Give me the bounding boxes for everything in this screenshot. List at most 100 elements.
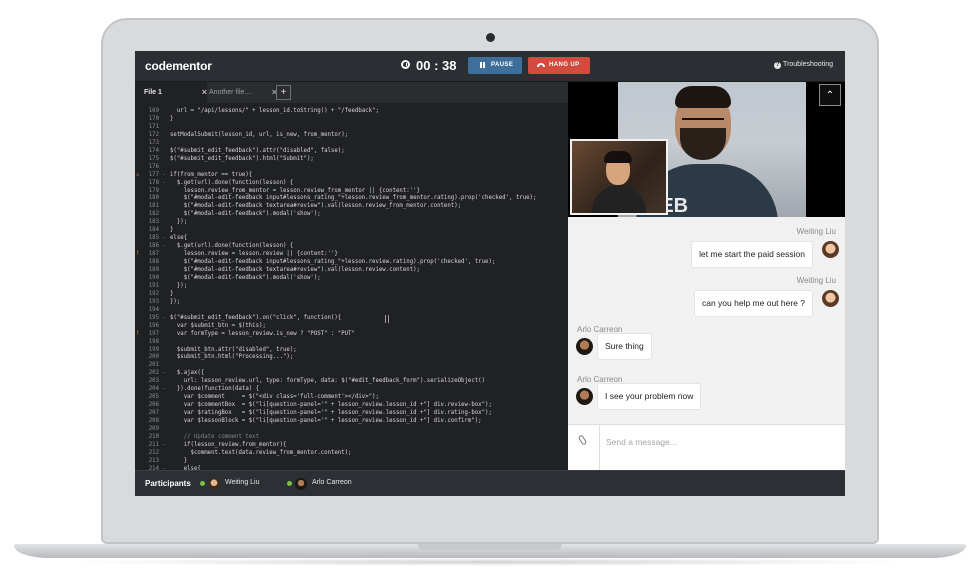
troubleshooting-link[interactable]: ? Troubleshooting xyxy=(774,61,833,69)
fold-toggle-icon[interactable]: - xyxy=(162,171,165,179)
fold-toggle-icon[interactable]: - xyxy=(162,369,165,377)
code-line[interactable]: 205 var $comment = $("<div class='full-c… xyxy=(135,393,568,401)
line-number: 192 xyxy=(148,290,159,297)
fold-toggle-icon[interactable]: - xyxy=(162,441,165,449)
troubleshooting-label: Troubleshooting xyxy=(783,61,833,68)
file-tabs: File 1 × Another file.... × + xyxy=(135,82,568,103)
code-line[interactable]: ⚠ 177- if(from_mentor == true){ xyxy=(135,171,568,179)
message-sender: Arlo Carreon xyxy=(577,375,623,384)
code-line[interactable]: 189 $("#modal-edit-feedback textarea#rev… xyxy=(135,266,568,274)
code-line[interactable]: ! 187 lesson.review = lesson.review || {c… xyxy=(135,250,568,258)
app-screen: codementor 00 : 38 PAUSE HANG UP ? Troubl… xyxy=(135,51,845,496)
code-line[interactable]: 206 var $commentBox = $("li[question-pan… xyxy=(135,401,568,409)
code-line[interactable]: 172 setModalSubmit(lesson_id, url, is_new… xyxy=(135,131,568,139)
code-line[interactable]: 200 $submit_btn.html("Processing..."); xyxy=(135,353,568,361)
code-line[interactable]: 211- if(lesson_review.from_mentor){ xyxy=(135,441,568,449)
code-line[interactable]: 213 } xyxy=(135,457,568,465)
code-line[interactable]: 180 $("#modal-edit-feedback input#lesson… xyxy=(135,194,568,202)
participant-name: Arlo Carreon xyxy=(312,479,352,486)
phone-icon xyxy=(537,63,545,67)
tab-another-file[interactable]: Another file.... × xyxy=(207,82,277,103)
code-line[interactable]: 171 xyxy=(135,123,568,131)
code-line[interactable]: 192} xyxy=(135,290,568,298)
line-number: 203 xyxy=(148,378,159,385)
code-line[interactable]: 203 url: lesson_review.url, type: formTy… xyxy=(135,377,568,385)
code-line[interactable]: 194 xyxy=(135,306,568,314)
code-text: $submit_btn.attr("disabled", true); xyxy=(170,346,297,353)
code-line[interactable]: 169 url = "/api/lessons/" + lesson_id.to… xyxy=(135,107,568,115)
code-editor[interactable]: 169 url = "/api/lessons/" + lesson_id.to… xyxy=(135,103,568,470)
code-line[interactable]: 184} xyxy=(135,226,568,234)
code-line[interactable]: 174 $("#submit_edit_feedback").attr("disa… xyxy=(135,147,568,155)
code-line[interactable]: 212 $comment.text(data.review_from_mento… xyxy=(135,449,568,457)
remote-person-glasses xyxy=(682,118,724,128)
code-line[interactable]: 191 }); xyxy=(135,282,568,290)
code-line[interactable]: 210 // Update comment text xyxy=(135,433,568,441)
code-line[interactable]: 208 var $lessonBlock = $("li[question-pa… xyxy=(135,417,568,425)
line-number: 181 xyxy=(148,203,159,210)
code-line[interactable]: 190 $("#modal-edit-feedback").modal('sho… xyxy=(135,274,568,282)
line-number: 198 xyxy=(148,338,159,345)
code-line[interactable]: 195- $("#submit_edit_feedback").on("click… xyxy=(135,314,568,322)
chat-message: I see your problem now xyxy=(598,384,701,409)
code-line[interactable]: 170} xyxy=(135,115,568,123)
code-line[interactable]: 204- }).done(function(data) { xyxy=(135,385,568,393)
code-line[interactable]: 173 xyxy=(135,139,568,147)
code-text: }); xyxy=(170,282,188,289)
chat-message: Sure thing xyxy=(598,334,651,359)
app-logo: codementor xyxy=(145,59,212,73)
tab-file-1[interactable]: File 1 × xyxy=(135,82,207,103)
add-tab-button[interactable]: + xyxy=(276,85,291,100)
line-number: 212 xyxy=(148,449,159,456)
line-number: 188 xyxy=(148,259,159,266)
code-line[interactable]: 202- $.ajax({ xyxy=(135,369,568,377)
code-text: $("#modal-edit-feedback textarea#review"… xyxy=(170,203,462,210)
line-number: 206 xyxy=(148,402,159,409)
code-text: } xyxy=(170,115,174,122)
code-line[interactable]: 175 $("#submit_edit_feedback").html("Subm… xyxy=(135,155,568,163)
line-number: 185 xyxy=(148,235,159,242)
code-line[interactable]: 176 xyxy=(135,163,568,171)
code-line[interactable]: 178- $.get(url).done(function(lesson) { xyxy=(135,179,568,187)
paperclip-icon[interactable] xyxy=(577,434,588,446)
code-line[interactable]: 188 $("#modal-edit-feedback input#lesson… xyxy=(135,258,568,266)
code-line[interactable]: 196 var $submit_btn = $(this); xyxy=(135,322,568,330)
participants-label: Participants xyxy=(145,479,191,488)
message-input[interactable] xyxy=(604,431,838,453)
text-cursor-icon xyxy=(385,315,389,323)
participant-item[interactable]: Weiting Liu xyxy=(200,477,270,491)
code-line[interactable]: 186- $.get(url).done(function(lesson) { xyxy=(135,242,568,250)
line-number: 194 xyxy=(148,306,159,313)
code-line[interactable]: 207 var $ratingBox = $("li[question-pane… xyxy=(135,409,568,417)
code-line[interactable]: 181 $("#modal-edit-feedback textarea#rev… xyxy=(135,202,568,210)
chevron-up-icon[interactable]: ⌃ xyxy=(819,84,841,106)
code-line[interactable]: 201 xyxy=(135,361,568,369)
session-timer: 00 : 38 xyxy=(416,58,457,73)
line-number: 207 xyxy=(148,410,159,417)
message-sender: Arlo Carreon xyxy=(577,325,623,334)
participants-bar: Participants Weiting Liu Arlo Carreon xyxy=(135,470,845,496)
fold-toggle-icon[interactable]: - xyxy=(162,234,165,242)
code-line[interactable]: 182 $("#modal-edit-feedback").modal('sho… xyxy=(135,210,568,218)
fold-toggle-icon[interactable]: - xyxy=(162,179,165,187)
participant-item[interactable]: Arlo Carreon xyxy=(287,477,367,491)
code-text: } xyxy=(170,290,174,297)
code-text: $.ajax({ xyxy=(170,370,205,377)
code-line[interactable]: ! 197 var formType = lesson_review.is_new… xyxy=(135,330,568,338)
code-line[interactable]: 209 xyxy=(135,425,568,433)
code-line[interactable]: 193}); xyxy=(135,298,568,306)
fold-toggle-icon[interactable]: - xyxy=(162,242,165,250)
code-line[interactable]: 179 lesson.review_from_mentor = lesson.r… xyxy=(135,187,568,195)
code-line[interactable]: 199 $submit_btn.attr("disabled", true); xyxy=(135,346,568,354)
code-line[interactable]: 185- else{ xyxy=(135,234,568,242)
fold-toggle-icon[interactable]: - xyxy=(162,385,165,393)
hang-up-button[interactable]: HANG UP xyxy=(528,57,590,74)
line-number: 184 xyxy=(148,227,159,234)
line-number: 173 xyxy=(148,139,159,146)
pause-button[interactable]: PAUSE xyxy=(468,57,522,74)
fold-toggle-icon[interactable]: - xyxy=(162,314,165,322)
video-panel: VEB ⌃ xyxy=(568,82,845,217)
code-text: var $comment = $("<div class='full-comme… xyxy=(170,394,379,401)
code-line[interactable]: 183 }); xyxy=(135,218,568,226)
code-line[interactable]: 198 xyxy=(135,338,568,346)
